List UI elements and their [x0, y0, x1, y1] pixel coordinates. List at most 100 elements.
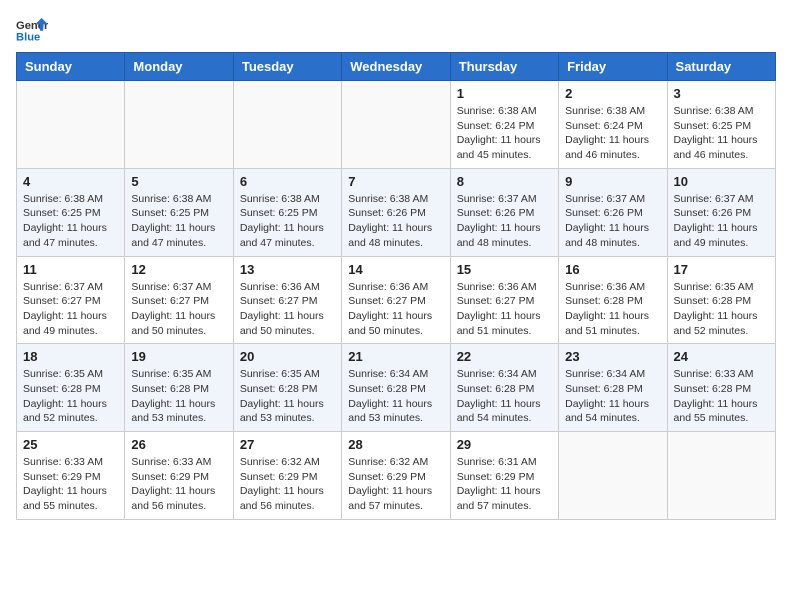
calendar-cell: 3 Sunrise: 6:38 AMSunset: 6:25 PMDaylight…: [667, 81, 775, 169]
day-info: Sunrise: 6:38 AMSunset: 6:25 PMDaylight:…: [23, 192, 118, 251]
calendar-cell: 23 Sunrise: 6:34 AMSunset: 6:28 PMDayligh…: [559, 344, 667, 432]
calendar-cell: 9 Sunrise: 6:37 AMSunset: 6:26 PMDaylight…: [559, 168, 667, 256]
day-info: Sunrise: 6:36 AMSunset: 6:27 PMDaylight:…: [348, 280, 443, 339]
day-info: Sunrise: 6:34 AMSunset: 6:28 PMDaylight:…: [348, 367, 443, 426]
day-number: 27: [240, 437, 335, 452]
calendar-cell: 19Sunrise: 6:35 AMSunset: 6:28 PMDayligh…: [125, 344, 233, 432]
day-info: Sunrise: 6:38 AMSunset: 6:26 PMDaylight:…: [348, 192, 443, 251]
calendar-cell: 12 Sunrise: 6:37 AMSunset: 6:27 PMDayligh…: [125, 256, 233, 344]
day-info: Sunrise: 6:38 AMSunset: 6:25 PMDaylight:…: [674, 104, 769, 163]
day-info: Sunrise: 6:36 AMSunset: 6:27 PMDaylight:…: [457, 280, 552, 339]
calendar-cell: 25Sunrise: 6:33 AMSunset: 6:29 PMDayligh…: [17, 432, 125, 520]
calendar-cell: [559, 432, 667, 520]
day-info: Sunrise: 6:36 AMSunset: 6:28 PMDaylight:…: [565, 280, 660, 339]
day-number: 23: [565, 349, 660, 364]
day-number: 5: [131, 174, 226, 189]
day-number: 20: [240, 349, 335, 364]
day-number: 16: [565, 262, 660, 277]
calendar-cell: [125, 81, 233, 169]
day-info: Sunrise: 6:32 AMSunset: 6:29 PMDaylight:…: [240, 455, 335, 514]
day-header-wednesday: Wednesday: [342, 53, 450, 81]
calendar-cell: 22Sunrise: 6:34 AMSunset: 6:28 PMDayligh…: [450, 344, 558, 432]
calendar-cell: 20 Sunrise: 6:35 AMSunset: 6:28 PMDayligh…: [233, 344, 341, 432]
day-header-friday: Friday: [559, 53, 667, 81]
calendar-cell: 21 Sunrise: 6:34 AMSunset: 6:28 PMDayligh…: [342, 344, 450, 432]
calendar-cell: 2 Sunrise: 6:38 AMSunset: 6:24 PMDaylight…: [559, 81, 667, 169]
day-number: 15: [457, 262, 552, 277]
day-header-tuesday: Tuesday: [233, 53, 341, 81]
calendar-cell: 17 Sunrise: 6:35 AMSunset: 6:28 PMDayligh…: [667, 256, 775, 344]
day-info: Sunrise: 6:37 AMSunset: 6:26 PMDaylight:…: [457, 192, 552, 251]
day-number: 8: [457, 174, 552, 189]
day-info: Sunrise: 6:34 AMSunset: 6:28 PMDaylight:…: [457, 367, 552, 426]
day-info: Sunrise: 6:37 AMSunset: 6:26 PMDaylight:…: [674, 192, 769, 251]
day-number: 19: [131, 349, 226, 364]
svg-text:Blue: Blue: [16, 31, 40, 43]
day-info: Sunrise: 6:35 AMSunset: 6:28 PMDaylight:…: [674, 280, 769, 339]
day-number: 11: [23, 262, 118, 277]
day-info: Sunrise: 6:37 AMSunset: 6:26 PMDaylight:…: [565, 192, 660, 251]
day-number: 26: [131, 437, 226, 452]
calendar-cell: 13 Sunrise: 6:36 AMSunset: 6:27 PMDayligh…: [233, 256, 341, 344]
day-number: 10: [674, 174, 769, 189]
day-info: Sunrise: 6:38 AMSunset: 6:24 PMDaylight:…: [565, 104, 660, 163]
day-number: 9: [565, 174, 660, 189]
day-info: Sunrise: 6:37 AMSunset: 6:27 PMDaylight:…: [131, 280, 226, 339]
day-number: 28: [348, 437, 443, 452]
calendar-cell: 27 Sunrise: 6:32 AMSunset: 6:29 PMDayligh…: [233, 432, 341, 520]
day-number: 21: [348, 349, 443, 364]
week-row-1: 1 Sunrise: 6:38 AMSunset: 6:24 PMDaylight…: [17, 81, 776, 169]
day-info: Sunrise: 6:38 AMSunset: 6:25 PMDaylight:…: [131, 192, 226, 251]
day-info: Sunrise: 6:33 AMSunset: 6:29 PMDaylight:…: [23, 455, 118, 514]
calendar-cell: 24 Sunrise: 6:33 AMSunset: 6:28 PMDayligh…: [667, 344, 775, 432]
calendar-cell: [17, 81, 125, 169]
calendar: SundayMondayTuesdayWednesdayThursdayFrid…: [16, 52, 776, 520]
calendar-cell: 16 Sunrise: 6:36 AMSunset: 6:28 PMDayligh…: [559, 256, 667, 344]
day-number: 2: [565, 86, 660, 101]
header: General Blue: [16, 16, 776, 44]
calendar-cell: 11 Sunrise: 6:37 AMSunset: 6:27 PMDayligh…: [17, 256, 125, 344]
calendar-cell: [342, 81, 450, 169]
day-header-sunday: Sunday: [17, 53, 125, 81]
week-row-4: 18 Sunrise: 6:35 AMSunset: 6:28 PMDayligh…: [17, 344, 776, 432]
day-header-saturday: Saturday: [667, 53, 775, 81]
day-info: Sunrise: 6:38 AMSunset: 6:25 PMDaylight:…: [240, 192, 335, 251]
day-number: 12: [131, 262, 226, 277]
day-number: 29: [457, 437, 552, 452]
day-info: Sunrise: 6:33 AMSunset: 6:29 PMDaylight:…: [131, 455, 226, 514]
calendar-cell: 7 Sunrise: 6:38 AMSunset: 6:26 PMDaylight…: [342, 168, 450, 256]
week-row-2: 4 Sunrise: 6:38 AMSunset: 6:25 PMDaylight…: [17, 168, 776, 256]
calendar-cell: 18 Sunrise: 6:35 AMSunset: 6:28 PMDayligh…: [17, 344, 125, 432]
day-number: 17: [674, 262, 769, 277]
day-info: Sunrise: 6:33 AMSunset: 6:28 PMDaylight:…: [674, 367, 769, 426]
day-info: Sunrise: 6:32 AMSunset: 6:29 PMDaylight:…: [348, 455, 443, 514]
day-number: 18: [23, 349, 118, 364]
day-number: 24: [674, 349, 769, 364]
day-info: Sunrise: 6:34 AMSunset: 6:28 PMDaylight:…: [565, 367, 660, 426]
day-info: Sunrise: 6:36 AMSunset: 6:27 PMDaylight:…: [240, 280, 335, 339]
week-row-3: 11 Sunrise: 6:37 AMSunset: 6:27 PMDayligh…: [17, 256, 776, 344]
day-info: Sunrise: 6:38 AMSunset: 6:24 PMDaylight:…: [457, 104, 552, 163]
day-number: 1: [457, 86, 552, 101]
days-header-row: SundayMondayTuesdayWednesdayThursdayFrid…: [17, 53, 776, 81]
week-row-5: 25Sunrise: 6:33 AMSunset: 6:29 PMDayligh…: [17, 432, 776, 520]
day-info: Sunrise: 6:35 AMSunset: 6:28 PMDaylight:…: [240, 367, 335, 426]
day-info: Sunrise: 6:35 AMSunset: 6:28 PMDaylight:…: [23, 367, 118, 426]
calendar-cell: 6Sunrise: 6:38 AMSunset: 6:25 PMDaylight…: [233, 168, 341, 256]
calendar-cell: 15 Sunrise: 6:36 AMSunset: 6:27 PMDayligh…: [450, 256, 558, 344]
logo-icon: General Blue: [16, 16, 48, 44]
day-number: 4: [23, 174, 118, 189]
day-number: 3: [674, 86, 769, 101]
day-info: Sunrise: 6:31 AMSunset: 6:29 PMDaylight:…: [457, 455, 552, 514]
calendar-cell: 26 Sunrise: 6:33 AMSunset: 6:29 PMDayligh…: [125, 432, 233, 520]
day-info: Sunrise: 6:37 AMSunset: 6:27 PMDaylight:…: [23, 280, 118, 339]
day-header-monday: Monday: [125, 53, 233, 81]
calendar-cell: [233, 81, 341, 169]
day-number: 13: [240, 262, 335, 277]
calendar-cell: 1 Sunrise: 6:38 AMSunset: 6:24 PMDaylight…: [450, 81, 558, 169]
calendar-cell: 28 Sunrise: 6:32 AMSunset: 6:29 PMDayligh…: [342, 432, 450, 520]
day-number: 7: [348, 174, 443, 189]
calendar-cell: 14 Sunrise: 6:36 AMSunset: 6:27 PMDayligh…: [342, 256, 450, 344]
day-number: 14: [348, 262, 443, 277]
calendar-cell: 5 Sunrise: 6:38 AMSunset: 6:25 PMDaylight…: [125, 168, 233, 256]
